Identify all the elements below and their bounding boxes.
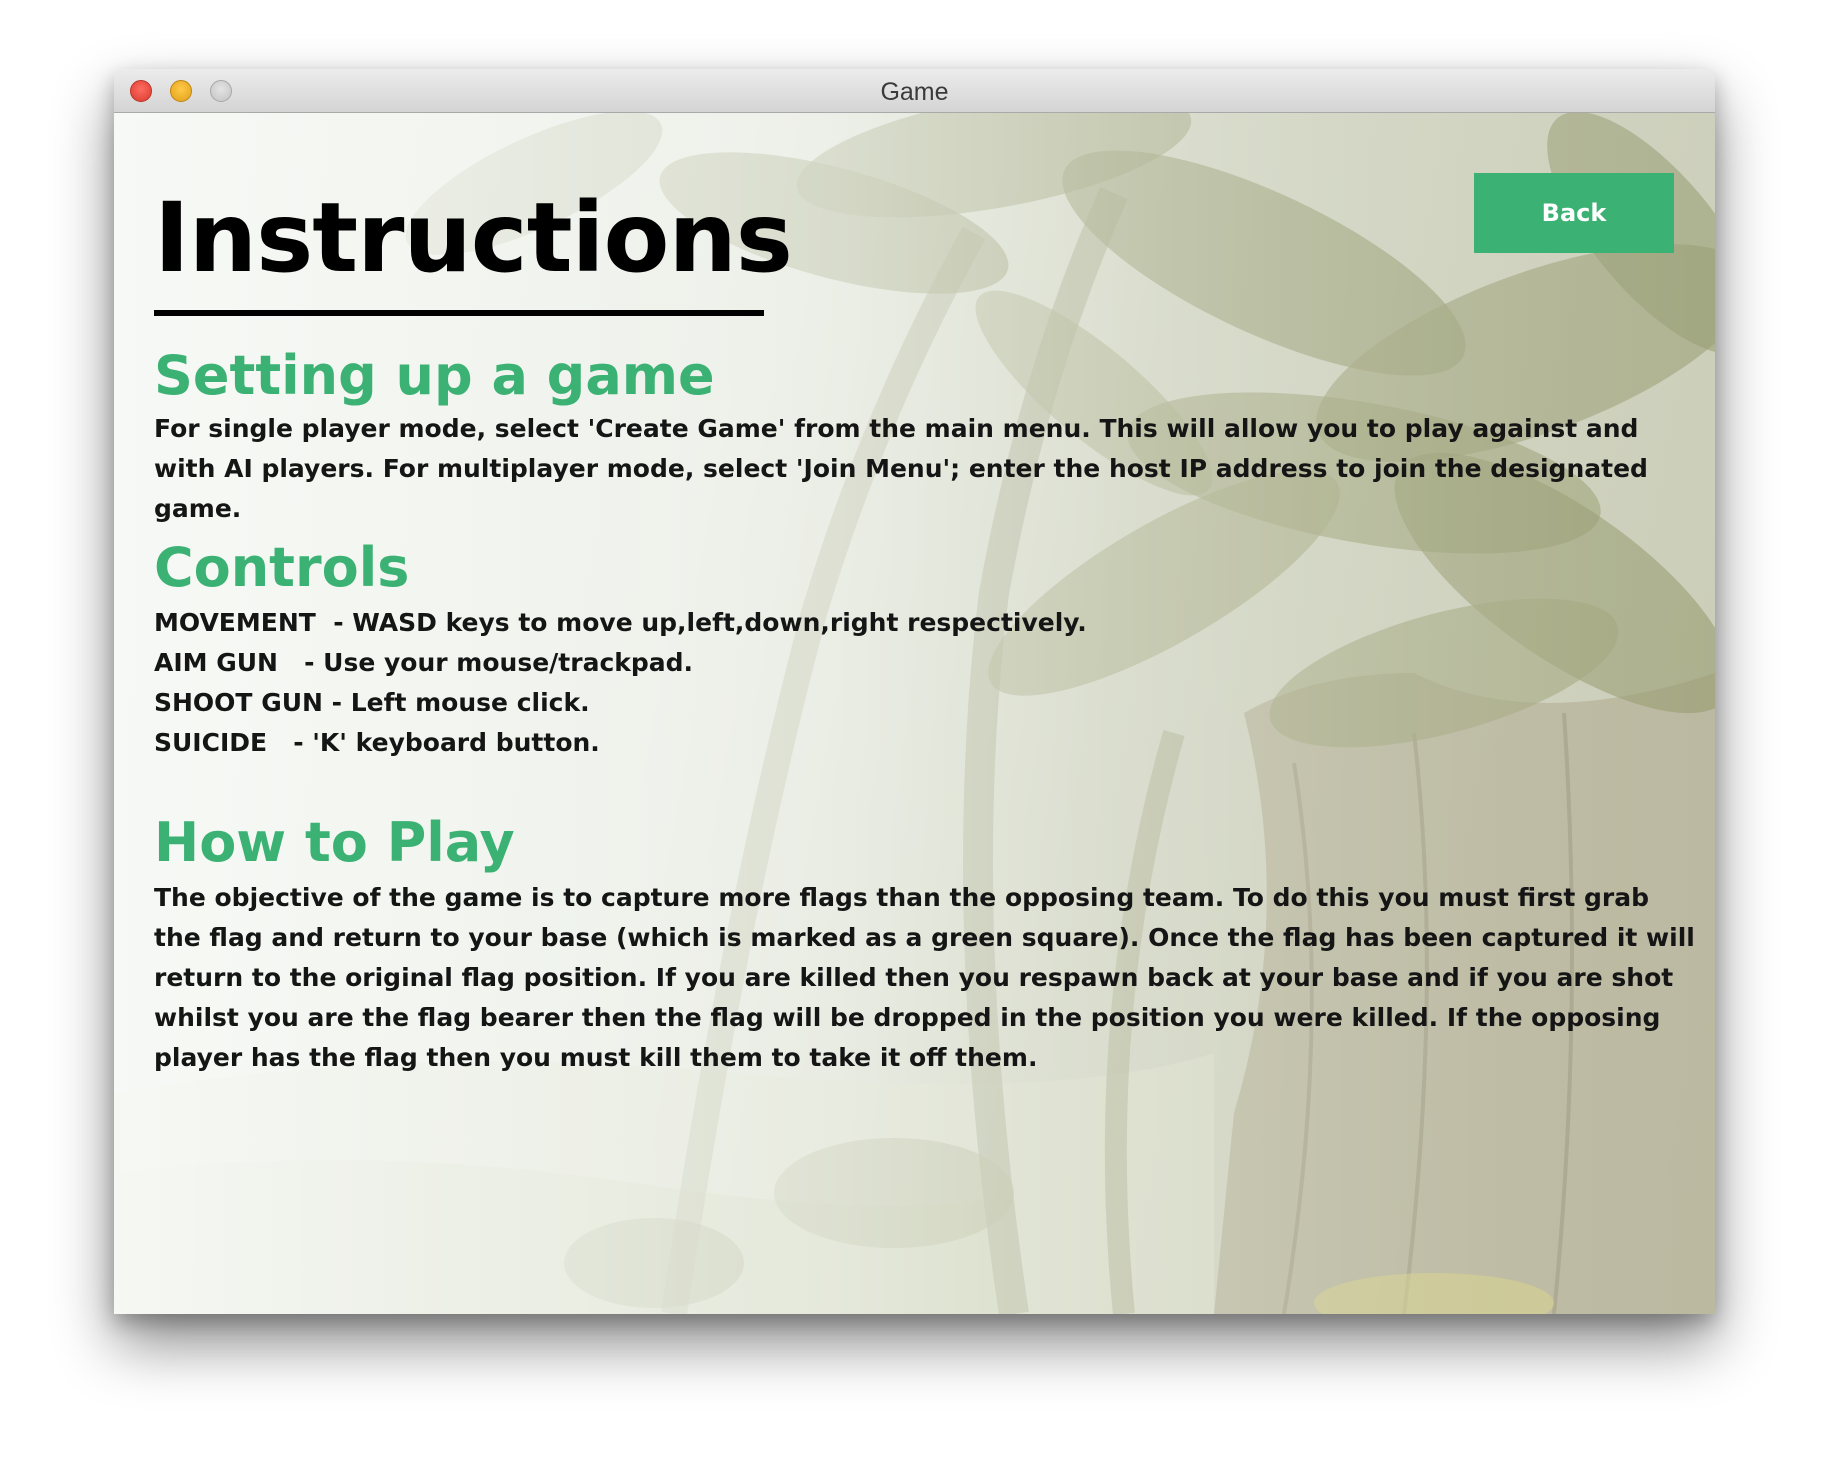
back-button[interactable]: Back <box>1474 173 1674 253</box>
setup-description: For single player mode, select 'Create G… <box>154 414 1648 523</box>
title-bar[interactable]: Game <box>114 69 1715 113</box>
section-title-setup: Setting up a game <box>154 344 715 407</box>
page-title: Instructions <box>154 182 793 294</box>
instructions-screen: Back Instructions Setting up a game For … <box>114 113 1715 1314</box>
controls-list: MOVEMENT - WASD keys to move up,left,dow… <box>154 603 1699 763</box>
game-window: Game Back Instructions Setting up a game… <box>114 69 1715 1314</box>
section-title-controls: Controls <box>154 536 410 599</box>
window-title: Game <box>880 78 949 106</box>
control-aim-gun: AIM GUN - Use your mouse/trackpad. <box>154 648 694 677</box>
how-to-play-description: The objective of the game is to capture … <box>154 883 1695 1072</box>
section-title-how-to-play: How to Play <box>154 811 515 874</box>
control-movement: MOVEMENT - WASD keys to move up,left,dow… <box>154 608 1087 637</box>
title-underline <box>154 310 764 316</box>
control-shoot-gun: SHOOT GUN - Left mouse click. <box>154 688 590 717</box>
control-suicide: SUICIDE - 'K' keyboard button. <box>154 728 600 757</box>
